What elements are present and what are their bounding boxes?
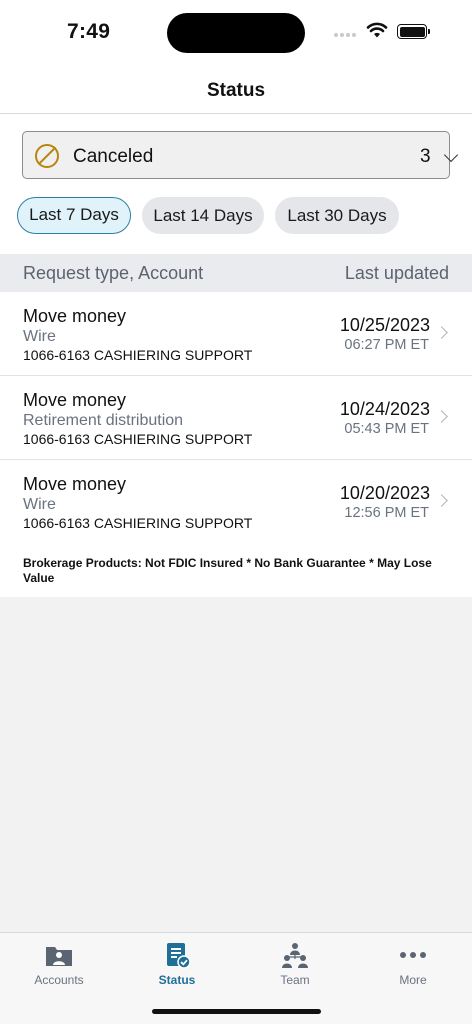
chevron-right-icon — [435, 410, 448, 423]
request-account: 1066-6163 CASHIERING SUPPORT — [23, 515, 253, 531]
request-row[interactable]: Move money Retirement distribution 1066-… — [0, 376, 472, 460]
request-list: Move money Wire 1066-6163 CASHIERING SUP… — [0, 292, 472, 597]
request-date: 10/25/2023 — [339, 315, 430, 335]
chip-last-30-days[interactable]: Last 30 Days — [275, 197, 399, 234]
request-subtype: Wire — [23, 328, 56, 345]
tab-label: Status — [158, 973, 196, 987]
status-filter-dropdown[interactable]: Canceled 3 — [22, 131, 459, 179]
status-icon — [167, 943, 191, 969]
canceled-icon — [35, 144, 59, 168]
tab-more[interactable]: More — [354, 941, 472, 987]
request-type: Move money — [23, 390, 127, 410]
chip-last-14-days[interactable]: Last 14 Days — [142, 197, 264, 234]
chevron-right-icon — [435, 494, 448, 507]
request-account: 1066-6163 CASHIERING SUPPORT — [23, 347, 253, 363]
column-last-updated: Last updated — [344, 263, 449, 283]
cellular-signal-icon — [334, 33, 356, 37]
tab-label: Team — [280, 973, 310, 987]
accounts-icon — [46, 947, 72, 966]
status-filter-label: Canceled — [73, 146, 154, 167]
status-bar: 7:49 — [0, 0, 472, 64]
tab-status[interactable]: Status — [118, 941, 236, 987]
tab-team[interactable]: Team — [236, 941, 354, 987]
team-icon — [282, 943, 308, 968]
disclaimer-text: Brokerage Products: Not FDIC Insured * N… — [23, 556, 432, 585]
chevron-right-icon — [435, 326, 448, 339]
request-account: 1066-6163 CASHIERING SUPPORT — [23, 431, 253, 447]
filter-panel: Canceled 3 Last 7 Days Last 14 Days Last… — [0, 114, 472, 254]
more-icon — [400, 952, 426, 958]
request-type: Move money — [23, 306, 127, 326]
request-type: Move money — [23, 474, 127, 494]
navigation-bar: Status — [0, 64, 472, 114]
request-time: 06:27 PM ET — [344, 337, 429, 353]
dynamic-island — [167, 13, 305, 53]
wifi-icon — [366, 22, 388, 38]
request-subtype: Wire — [23, 496, 56, 513]
request-row[interactable]: Move money Wire 1066-6163 CASHIERING SUP… — [0, 292, 472, 376]
list-column-header: Request type, Account Last updated — [0, 254, 472, 292]
home-indicator[interactable] — [152, 1009, 321, 1014]
page-title: Status — [206, 80, 266, 101]
chevron-down-icon — [443, 147, 459, 163]
request-date: 10/24/2023 — [339, 399, 430, 419]
clock: 7:49 — [67, 20, 111, 43]
column-request-type: Request type, Account — [23, 263, 204, 283]
request-row[interactable]: Move money Wire 1066-6163 CASHIERING SUP… — [0, 460, 472, 544]
tab-accounts[interactable]: Accounts — [0, 941, 118, 987]
tab-label: Accounts — [34, 973, 84, 987]
request-time: 05:43 PM ET — [344, 421, 429, 437]
battery-icon — [397, 24, 430, 39]
request-subtype: Retirement distribution — [23, 412, 184, 429]
request-date: 10/20/2023 — [339, 483, 430, 503]
chip-last-7-days[interactable]: Last 7 Days — [17, 197, 131, 234]
tab-label: More — [399, 973, 427, 987]
status-filter-count: 3 — [420, 146, 431, 167]
request-time: 12:56 PM ET — [344, 505, 429, 521]
